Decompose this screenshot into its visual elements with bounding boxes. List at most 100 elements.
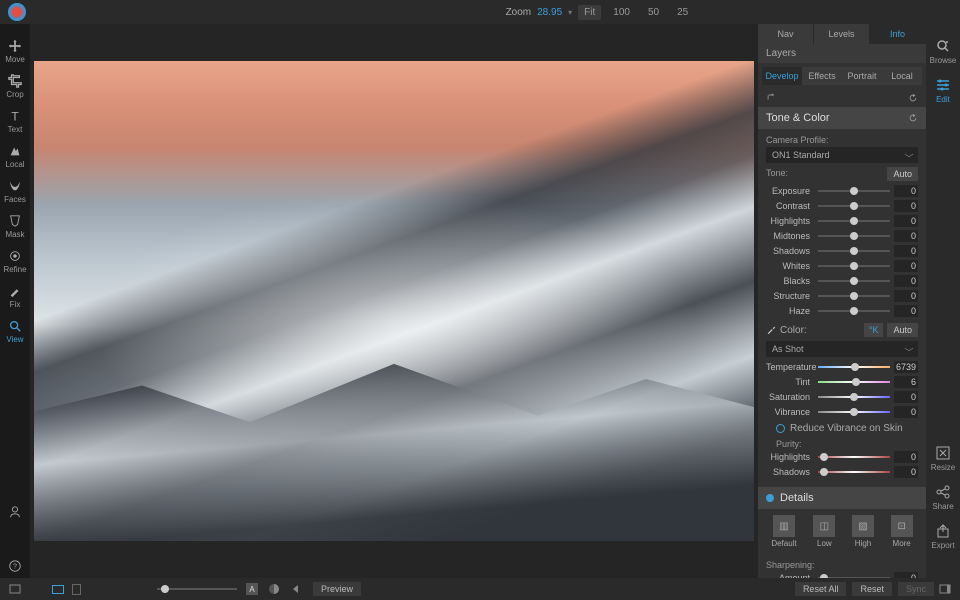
vibrance-slider[interactable] [818, 411, 890, 413]
tab-levels[interactable]: Levels [814, 24, 870, 44]
preview-button[interactable]: Preview [313, 582, 361, 596]
export-icon[interactable] [766, 93, 776, 103]
slider-value[interactable]: 6 [894, 376, 918, 388]
browse-button[interactable]: Browse [930, 32, 957, 71]
slider-value[interactable]: 0 [894, 185, 918, 197]
slider-value[interactable]: 0 [894, 451, 918, 463]
preset-low[interactable]: ◫Low [813, 515, 835, 548]
reset-icon[interactable] [908, 93, 918, 103]
sync-button[interactable]: Sync [898, 582, 934, 596]
help-icon[interactable]: ? [0, 554, 30, 578]
view-tool[interactable]: View [0, 314, 30, 349]
preset-icon: ▥ [773, 515, 795, 537]
tab-nav[interactable]: Nav [758, 24, 814, 44]
haze-slider[interactable] [818, 310, 890, 312]
tone-auto-button[interactable]: Auto [887, 167, 918, 181]
canvas-area[interactable] [30, 24, 758, 578]
reset-button[interactable]: Reset [852, 582, 892, 596]
single-view-icon[interactable] [8, 582, 22, 596]
zoom-fit-button[interactable]: Fit [578, 5, 601, 20]
aspect-landscape-icon[interactable] [52, 585, 64, 594]
resize-button[interactable]: Resize [931, 439, 955, 478]
highlights-slider[interactable] [818, 456, 890, 458]
slider-label: Highlights [766, 216, 814, 226]
midtones-slider[interactable] [818, 235, 890, 237]
faces-tool[interactable]: Faces [0, 174, 30, 209]
whites-slider[interactable] [818, 265, 890, 267]
shadows-slider[interactable] [818, 250, 890, 252]
aspect-portrait-icon[interactable] [72, 584, 81, 595]
reduce-vibrance-checkbox[interactable]: Reduce Vibrance on Skin [766, 423, 918, 434]
saturation-slider[interactable] [818, 396, 890, 398]
opacity-slider[interactable] [157, 588, 237, 590]
mask-a-icon[interactable]: A [245, 582, 259, 596]
tone-color-header[interactable]: Tone & Color [758, 107, 926, 129]
white-balance-dropdown[interactable]: As Shot⌵ [766, 341, 918, 357]
user-icon[interactable] [0, 500, 30, 524]
slider-value[interactable]: 0 [894, 466, 918, 478]
tab-info[interactable]: Info [870, 24, 926, 44]
subtab-local[interactable]: Local [882, 67, 922, 85]
preset-icon: ⊡ [891, 515, 913, 537]
slider-value[interactable]: 0 [894, 406, 918, 418]
kelvin-button[interactable]: °K [864, 323, 884, 337]
soft-proof-icon[interactable] [267, 582, 281, 596]
slider-value[interactable]: 0 [894, 200, 918, 212]
slider-value[interactable]: 0 [894, 245, 918, 257]
contrast-slider[interactable] [818, 205, 890, 207]
mask-tool[interactable]: Mask [0, 209, 30, 244]
slider-value[interactable]: 0 [894, 290, 918, 302]
zoom-25-button[interactable]: 25 [671, 5, 694, 20]
exposure-slider[interactable] [818, 190, 890, 192]
svg-text:T: T [11, 109, 19, 123]
shadows-slider[interactable] [818, 471, 890, 473]
subtab-portrait[interactable]: Portrait [842, 67, 882, 85]
local-tool[interactable]: Local [0, 139, 30, 174]
eyedropper-icon[interactable] [766, 325, 776, 335]
camera-profile-dropdown[interactable]: ON1 Standard⌵ [766, 147, 918, 163]
subtab-effects[interactable]: Effects [802, 67, 842, 85]
blacks-slider[interactable] [818, 280, 890, 282]
zoom-100-button[interactable]: 100 [607, 5, 636, 20]
slider-value[interactable]: 0 [894, 230, 918, 242]
color-auto-button[interactable]: Auto [887, 323, 918, 337]
refine-tool[interactable]: Refine [0, 244, 30, 279]
slider-value[interactable]: 6739 [894, 361, 918, 373]
chevron-down-icon: ⌵ [904, 150, 913, 160]
move-tool[interactable]: Move [0, 34, 30, 69]
slider-value[interactable]: 0 [894, 215, 918, 227]
preset-default[interactable]: ▥Default [771, 515, 796, 548]
panel-toggle-icon[interactable] [938, 582, 952, 596]
crop-tool[interactable]: Crop [0, 69, 30, 104]
subtab-develop[interactable]: Develop [762, 67, 802, 85]
layers-header[interactable]: Layers [758, 44, 926, 63]
slider-value[interactable]: 0 [894, 275, 918, 287]
slider-value[interactable]: 0 [894, 391, 918, 403]
details-header[interactable]: Details [758, 487, 926, 509]
preset-icon: ▨ [852, 515, 874, 537]
text-tool[interactable]: TText [0, 104, 30, 139]
zoom-50-button[interactable]: 50 [642, 5, 665, 20]
slider-label: Exposure [766, 186, 814, 196]
preset-high[interactable]: ▨High [852, 515, 874, 548]
tint-slider[interactable] [818, 381, 890, 383]
fix-tool[interactable]: Fix [0, 279, 30, 314]
zoom-dropdown-icon[interactable]: ▾ [568, 8, 572, 17]
slider-label: Haze [766, 306, 814, 316]
slider-label: Midtones [766, 231, 814, 241]
slider-label: Structure [766, 291, 814, 301]
compare-prev-icon[interactable] [289, 582, 303, 596]
export-button[interactable]: Export [931, 517, 955, 556]
reset-all-button[interactable]: Reset All [795, 582, 847, 596]
zoom-value[interactable]: 28.95 [537, 7, 562, 18]
reset-tone-icon[interactable] [908, 113, 918, 123]
slider-value[interactable]: 0 [894, 260, 918, 272]
structure-slider[interactable] [818, 295, 890, 297]
highlights-slider[interactable] [818, 220, 890, 222]
slider-value[interactable]: 0 [894, 305, 918, 317]
share-button[interactable]: Share [931, 478, 955, 517]
preset-more[interactable]: ⊡More [891, 515, 913, 548]
right-toolbar: Browse Edit Resize Share Export [926, 24, 960, 578]
temperature-slider[interactable] [818, 366, 890, 368]
edit-button[interactable]: Edit [930, 71, 957, 110]
